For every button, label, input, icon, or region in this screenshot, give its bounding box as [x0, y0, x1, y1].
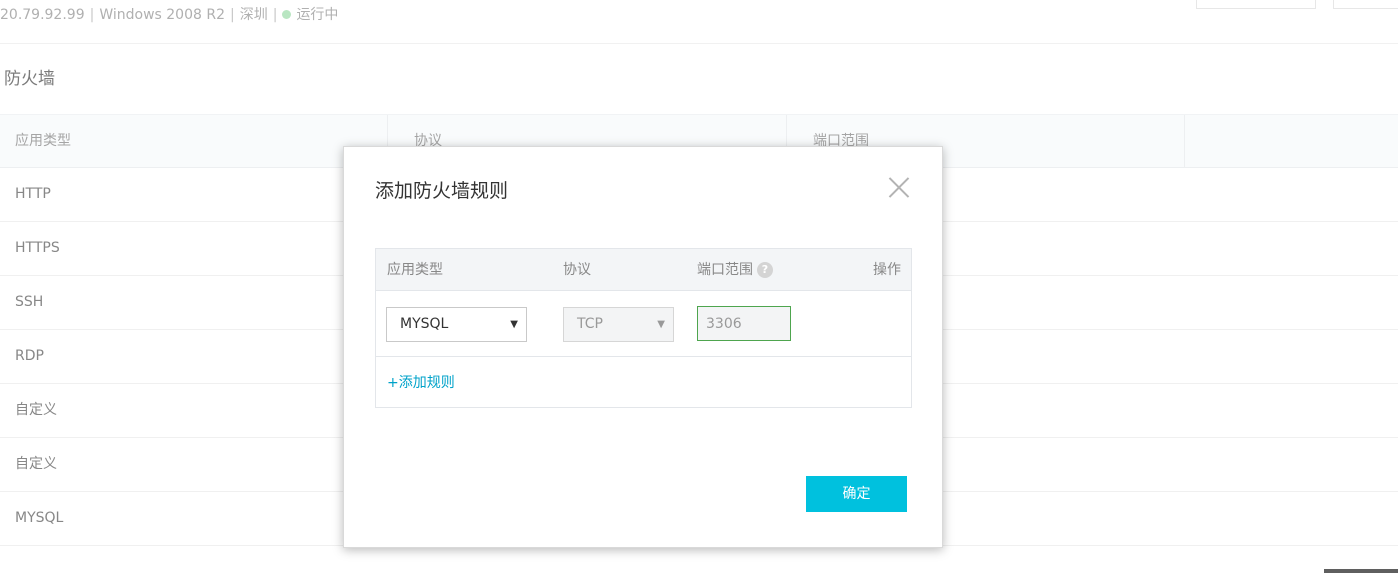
protocol-value: TCP	[577, 316, 603, 332]
protocol-select[interactable]: TCP ▼	[563, 307, 674, 342]
chevron-down-icon: ▼	[657, 319, 665, 330]
header-type: 应用类型	[387, 262, 443, 278]
confirm-button[interactable]: 确定	[806, 476, 907, 512]
header-protocol: 协议	[563, 262, 591, 278]
rule-row: MYSQL ▼ TCP ▼	[376, 291, 911, 357]
rule-table-header: 应用类型 协议 端口范围? 操作	[376, 249, 911, 291]
app-type-select[interactable]: MYSQL ▼	[386, 307, 527, 342]
add-firewall-rule-dialog: 添加防火墙规则 应用类型 协议 端口范围? 操作 MYSQL ▼ TCP ▼ +…	[343, 146, 943, 548]
chevron-down-icon: ▼	[510, 319, 518, 330]
header-action: 操作	[873, 262, 901, 278]
header-port-label: 端口范围	[697, 262, 753, 278]
add-rule-link[interactable]: +添加规则	[387, 371, 455, 395]
header-port: 端口范围?	[697, 249, 773, 291]
close-icon[interactable]	[887, 175, 911, 199]
port-range-input[interactable]	[697, 306, 791, 341]
rule-editor-table: 应用类型 协议 端口范围? 操作 MYSQL ▼ TCP ▼ +添加规则	[375, 248, 912, 408]
app-type-value: MYSQL	[400, 316, 449, 332]
dialog-title: 添加防火墙规则	[375, 180, 509, 202]
help-icon[interactable]: ?	[757, 262, 773, 278]
